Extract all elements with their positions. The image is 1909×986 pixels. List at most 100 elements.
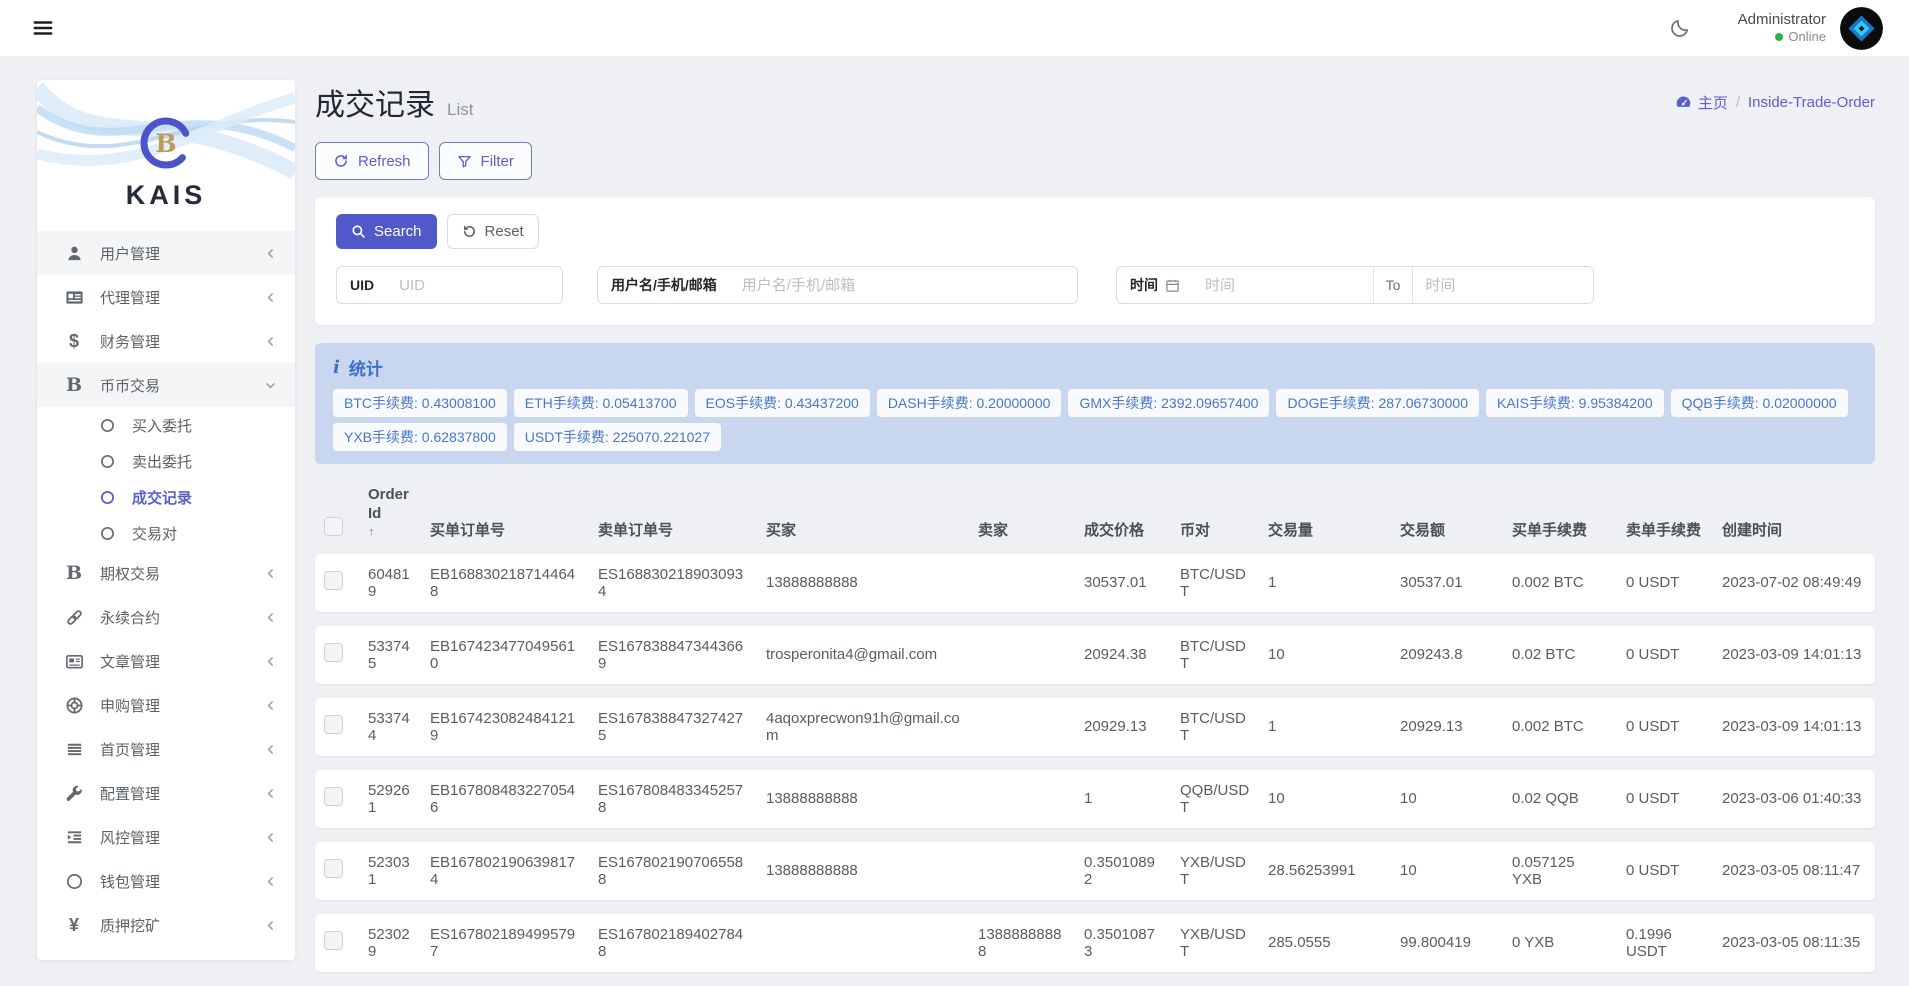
chevron-left-icon (264, 567, 277, 580)
breadcrumb-current-link[interactable]: Inside-Trade-Order (1748, 94, 1875, 111)
refresh-button[interactable]: Refresh (315, 142, 429, 180)
cell-sell-order-no: ES1678021907065588 (589, 842, 757, 900)
stats-pills: BTC手续费: 0.43008100 ETH手续费: 0.05413700 EO… (333, 389, 1857, 451)
radio-icon (99, 418, 115, 433)
chevron-left-icon (264, 787, 277, 800)
cell-seller (969, 842, 1075, 900)
table-row[interactable]: 533745 EB1674234770495610 ES167838847344… (315, 626, 1875, 684)
row-checkbox[interactable] (324, 715, 343, 734)
table-row[interactable]: 523029 ES1678021894995797 ES167802189402… (315, 914, 1875, 972)
column-sell-order-no[interactable]: 卖单订单号 (589, 482, 757, 540)
table-row[interactable]: 523031 EB1678021906398174 ES167802190706… (315, 842, 1875, 900)
cell-volume: 1 (1259, 554, 1391, 612)
chevron-left-icon (264, 743, 277, 756)
column-sell-fee[interactable]: 卖单手续费 (1617, 482, 1713, 540)
time-from-input[interactable] (1193, 267, 1373, 303)
column-buy-fee[interactable]: 买单手续费 (1503, 482, 1617, 540)
toolbar: Refresh Filter (315, 142, 1875, 180)
page-subtitle: List (447, 100, 473, 120)
sidebar-item-agent-mgmt[interactable]: 代理管理 (37, 275, 295, 319)
sidebar-item-staking-mining[interactable]: ¥ 质押挖矿 (37, 903, 295, 947)
cell-created-at: 2023-03-05 08:11:47 (1713, 842, 1875, 900)
row-checkbox[interactable] (324, 859, 343, 878)
row-checkbox[interactable] (324, 643, 343, 662)
cell-buy-fee: 0.002 BTC (1503, 698, 1617, 756)
uid-label: UID (337, 267, 387, 303)
username-input[interactable] (730, 267, 1077, 303)
row-checkbox[interactable] (324, 787, 343, 806)
cell-buy-order-no: EB1678084832270546 (421, 770, 589, 828)
stat-pill: YXB手续费: 0.62837800 (333, 423, 507, 451)
cell-order-id: 604819 (359, 554, 421, 612)
indent-icon (63, 828, 85, 847)
column-seller[interactable]: 卖家 (969, 482, 1075, 540)
cell-volume: 28.56253991 (1259, 842, 1391, 900)
table-row[interactable]: 604819 EB1688302187144648 ES168830218903… (315, 554, 1875, 612)
sidebar-item-config-mgmt[interactable]: 配置管理 (37, 771, 295, 815)
time-filter-group: 时间 To (1116, 266, 1594, 304)
table-row[interactable]: 533744 EB1674230824841219 ES167838847327… (315, 698, 1875, 756)
hamburger-menu-icon[interactable] (26, 11, 60, 45)
column-price[interactable]: 成交价格 (1075, 482, 1171, 540)
column-amount[interactable]: 交易额 (1391, 482, 1503, 540)
cell-order-id: 529261 (359, 770, 421, 828)
sidebar-item-article-mgmt[interactable]: 文章管理 (37, 639, 295, 683)
home-gauge-icon (1675, 94, 1692, 111)
sidebar-item-sell-orders[interactable]: 卖出委托 (37, 443, 295, 479)
cell-buy-order-no: ES1678021894995797 (421, 914, 589, 972)
cell-pair: BTC/USDT (1171, 626, 1259, 684)
user-name: Administrator (1738, 11, 1826, 30)
time-to-input[interactable] (1413, 267, 1593, 303)
sidebar-item-risk-mgmt[interactable]: 风控管理 (37, 815, 295, 859)
cell-buy-order-no: EB1688302187144648 (421, 554, 589, 612)
sidebar-item-buy-orders[interactable]: 买入委托 (37, 407, 295, 443)
cell-volume: 10 (1259, 770, 1391, 828)
chevron-left-icon (264, 611, 277, 624)
row-checkbox[interactable] (324, 571, 343, 590)
cell-amount: 10 (1391, 770, 1503, 828)
filter-button[interactable]: Filter (439, 142, 532, 180)
select-all-checkbox[interactable] (324, 517, 343, 536)
sidebar-item-trade-pairs[interactable]: 交易对 (37, 515, 295, 551)
chevron-left-icon (264, 831, 277, 844)
filters-row: UID 用户名/手机/邮箱 时间 To (336, 266, 1854, 304)
uid-input[interactable] (387, 267, 562, 303)
stat-pill: BTC手续费: 0.43008100 (333, 389, 507, 417)
cell-buy-fee: 0.02 QQB (1503, 770, 1617, 828)
breadcrumb-home-link[interactable]: 主页 (1675, 92, 1728, 113)
sidebar-item-wallet-mgmt[interactable]: 钱包管理 (37, 859, 295, 903)
cell-seller: 13888888888 (969, 914, 1075, 972)
column-order-id[interactable]: Order Id ↑ (359, 482, 421, 540)
column-pair[interactable]: 币对 (1171, 482, 1259, 540)
column-created-at[interactable]: 创建时间 (1713, 482, 1875, 540)
search-card: Search Reset UID 用户名/手机/邮箱 时间 (315, 197, 1875, 325)
row-checkbox[interactable] (324, 931, 343, 950)
sidebar-item-subscription-mgmt[interactable]: 申购管理 (37, 683, 295, 727)
sidebar-item-options-trade[interactable]: B 期权交易 (37, 551, 295, 595)
sidebar-item-trade-records[interactable]: 成交记录 (37, 479, 295, 515)
search-button[interactable]: Search (336, 214, 437, 249)
user-menu[interactable]: Administrator Online (1738, 11, 1826, 46)
sidebar-item-perpetual-contract[interactable]: 永续合约 (37, 595, 295, 639)
dark-mode-toggle-moon-icon[interactable] (1662, 10, 1698, 46)
sidebar-item-coin-trade[interactable]: B 币币交易 (37, 363, 295, 407)
chevron-left-icon (264, 875, 277, 888)
table-row[interactable]: 529261 EB1678084832270546 ES167808483345… (315, 770, 1875, 828)
yen-icon: ¥ (63, 915, 85, 936)
column-buy-order-no[interactable]: 买单订单号 (421, 482, 589, 540)
time-to-separator: To (1373, 267, 1414, 303)
avatar[interactable] (1840, 7, 1883, 50)
column-volume[interactable]: 交易量 (1259, 482, 1391, 540)
reset-button[interactable]: Reset (447, 214, 539, 249)
cell-amount: 30537.01 (1391, 554, 1503, 612)
brand-name: KAIS (37, 180, 295, 211)
sidebar-item-homepage-mgmt[interactable]: 首页管理 (37, 727, 295, 771)
cell-pair: BTC/USDT (1171, 698, 1259, 756)
cell-sell-fee: 0 USDT (1617, 554, 1713, 612)
cell-price: 1 (1075, 770, 1171, 828)
cell-created-at: 2023-03-05 08:11:35 (1713, 914, 1875, 972)
sidebar-item-finance-mgmt[interactable]: $ 财务管理 (37, 319, 295, 363)
column-buyer[interactable]: 买家 (757, 482, 969, 540)
sidebar-item-user-mgmt[interactable]: 用户管理 (37, 231, 295, 275)
refresh-icon (333, 153, 349, 169)
